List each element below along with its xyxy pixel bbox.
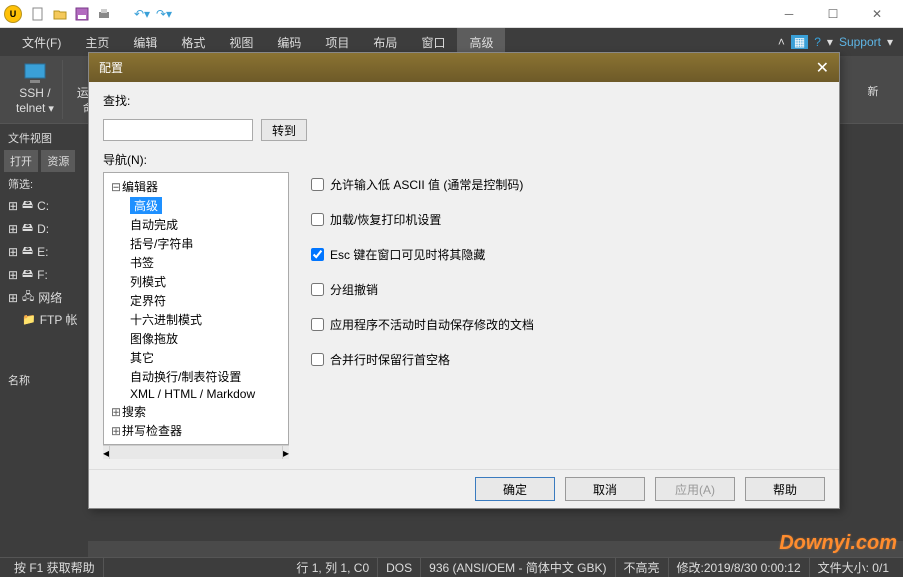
dialog-close-icon[interactable]: ✕	[816, 58, 829, 78]
drive-network[interactable]: ⊞🖧 网络	[4, 286, 84, 309]
window-buttons: ─ ☐ ✕	[767, 0, 899, 28]
drive-e[interactable]: ⊞🖴 E:	[4, 240, 84, 263]
nav-label: 导航(N):	[103, 151, 825, 168]
support-dropdown-icon[interactable]: ▾	[887, 35, 893, 49]
ribbon-new[interactable]: 新	[851, 60, 895, 119]
status-filesize: 文件大小: 0/1	[810, 558, 897, 577]
opt-merge-space[interactable]: 合并行时保留行首空格	[311, 351, 817, 368]
cancel-button[interactable]: 取消	[565, 477, 645, 501]
help-button[interactable]: 帮助	[745, 477, 825, 501]
tree-node[interactable]: 括号/字符串	[106, 234, 286, 253]
new-file-icon[interactable]	[30, 6, 46, 22]
tab-open[interactable]: 打开	[4, 150, 38, 172]
opt-autosave[interactable]: 应用程序不活动时自动保存修改的文档	[311, 316, 817, 333]
status-modified: 修改: 2019/8/30 0:00:12	[669, 558, 810, 577]
menu-file[interactable]: 文件(F)	[10, 28, 73, 56]
ok-button[interactable]: 确定	[475, 477, 555, 501]
status-highlight[interactable]: 不高亮	[616, 558, 669, 577]
tree-node[interactable]: 图像拖放	[106, 329, 286, 348]
dialog-title: 配置	[99, 59, 123, 76]
quick-access-toolbar: ↶▾ ↷▾	[30, 6, 172, 22]
tree-node-selected[interactable]: 高级	[130, 197, 162, 214]
help-icon[interactable]: ?	[814, 35, 821, 49]
options-panel: 允许输入低 ASCII 值 (通常是控制码) 加载/恢复打印机设置 Esc 键在…	[303, 172, 825, 459]
tab-resources[interactable]: 资源	[41, 150, 75, 172]
app-logo: U	[4, 5, 22, 23]
tree-node[interactable]: 十六进制模式	[106, 310, 286, 329]
status-help: 按 F1 获取帮助	[6, 558, 104, 577]
tree-scrollbar[interactable]: ◂▸	[103, 445, 289, 459]
statusbar: 按 F1 获取帮助 行 1, 列 1, C0 DOS 936 (ANSI/OEM…	[0, 557, 903, 577]
support-link[interactable]: Support	[839, 35, 881, 49]
tree-node[interactable]: XML / HTML / Markdow	[106, 386, 286, 402]
drive-d[interactable]: ⊞🖴 D:	[4, 217, 84, 240]
undo-icon[interactable]: ↶▾	[134, 6, 150, 22]
titlebar: U ↶▾ ↷▾ ─ ☐ ✕	[0, 0, 903, 28]
tree-node[interactable]: 自动换行/制表符设置	[106, 367, 286, 386]
tree-node[interactable]: 书签	[106, 253, 286, 272]
config-dialog: 配置 ✕ 查找: 转到 导航(N): ⊟编辑器 高级 自动完成 括号/字符串 书…	[88, 52, 840, 509]
minimize-button[interactable]: ─	[767, 0, 811, 28]
find-input[interactable]	[103, 119, 253, 141]
apply-button[interactable]: 应用(A)	[655, 477, 735, 501]
tree-node[interactable]: 定界符	[106, 291, 286, 310]
drive-c[interactable]: ⊞🖴 C:	[4, 194, 84, 217]
drive-f[interactable]: ⊞🖴 F:	[4, 263, 84, 286]
opt-group-undo[interactable]: 分组撤销	[311, 281, 817, 298]
status-lineend[interactable]: DOS	[378, 558, 421, 577]
goto-button[interactable]: 转到	[261, 119, 307, 141]
status-position: 行 1, 列 1, C0	[288, 558, 378, 577]
dialog-titlebar: 配置 ✕	[89, 53, 839, 82]
horizontal-scrollbar[interactable]	[88, 541, 903, 557]
close-window-button[interactable]: ✕	[855, 0, 899, 28]
print-icon[interactable]	[96, 6, 112, 22]
filter-label: 筛选:	[4, 174, 84, 194]
fileview-heading: 文件视图	[4, 128, 84, 148]
find-label: 查找:	[103, 92, 130, 109]
tree-node[interactable]: 自动完成	[106, 215, 286, 234]
name-heading: 名称	[4, 370, 84, 390]
status-codepage[interactable]: 936 (ANSI/OEM - 简体中文 GBK)	[421, 558, 615, 577]
drive-ftp[interactable]: 📁 FTP 帐	[4, 309, 84, 330]
help-box-icon[interactable]: ▦	[791, 35, 808, 49]
sidebar: 文件视图 打开 资源 筛选: ⊞🖴 C: ⊞🖴 D: ⊞🖴 E: ⊞🖴 F: ⊞…	[0, 124, 88, 557]
maximize-button[interactable]: ☐	[811, 0, 855, 28]
collapse-ribbon-icon[interactable]: ˄	[778, 35, 785, 49]
dialog-buttons: 确定 取消 应用(A) 帮助	[89, 469, 839, 508]
tree-node[interactable]: 其它	[106, 348, 286, 367]
ribbon-ssh[interactable]: SSH /telnet ▾	[8, 60, 63, 119]
opt-esc-hide[interactable]: Esc 键在窗口可见时将其隐藏	[311, 246, 817, 263]
opt-printer[interactable]: 加载/恢复打印机设置	[311, 211, 817, 228]
opt-low-ascii[interactable]: 允许输入低 ASCII 值 (通常是控制码)	[311, 176, 817, 193]
dropdown-icon[interactable]: ▾	[827, 35, 833, 49]
nav-tree[interactable]: ⊟编辑器 高级 自动完成 括号/字符串 书签 列模式 定界符 十六进制模式 图像…	[103, 172, 289, 445]
redo-icon[interactable]: ↷▾	[156, 6, 172, 22]
open-file-icon[interactable]	[52, 6, 68, 22]
save-icon[interactable]	[74, 6, 90, 22]
tree-node[interactable]: 列模式	[106, 272, 286, 291]
